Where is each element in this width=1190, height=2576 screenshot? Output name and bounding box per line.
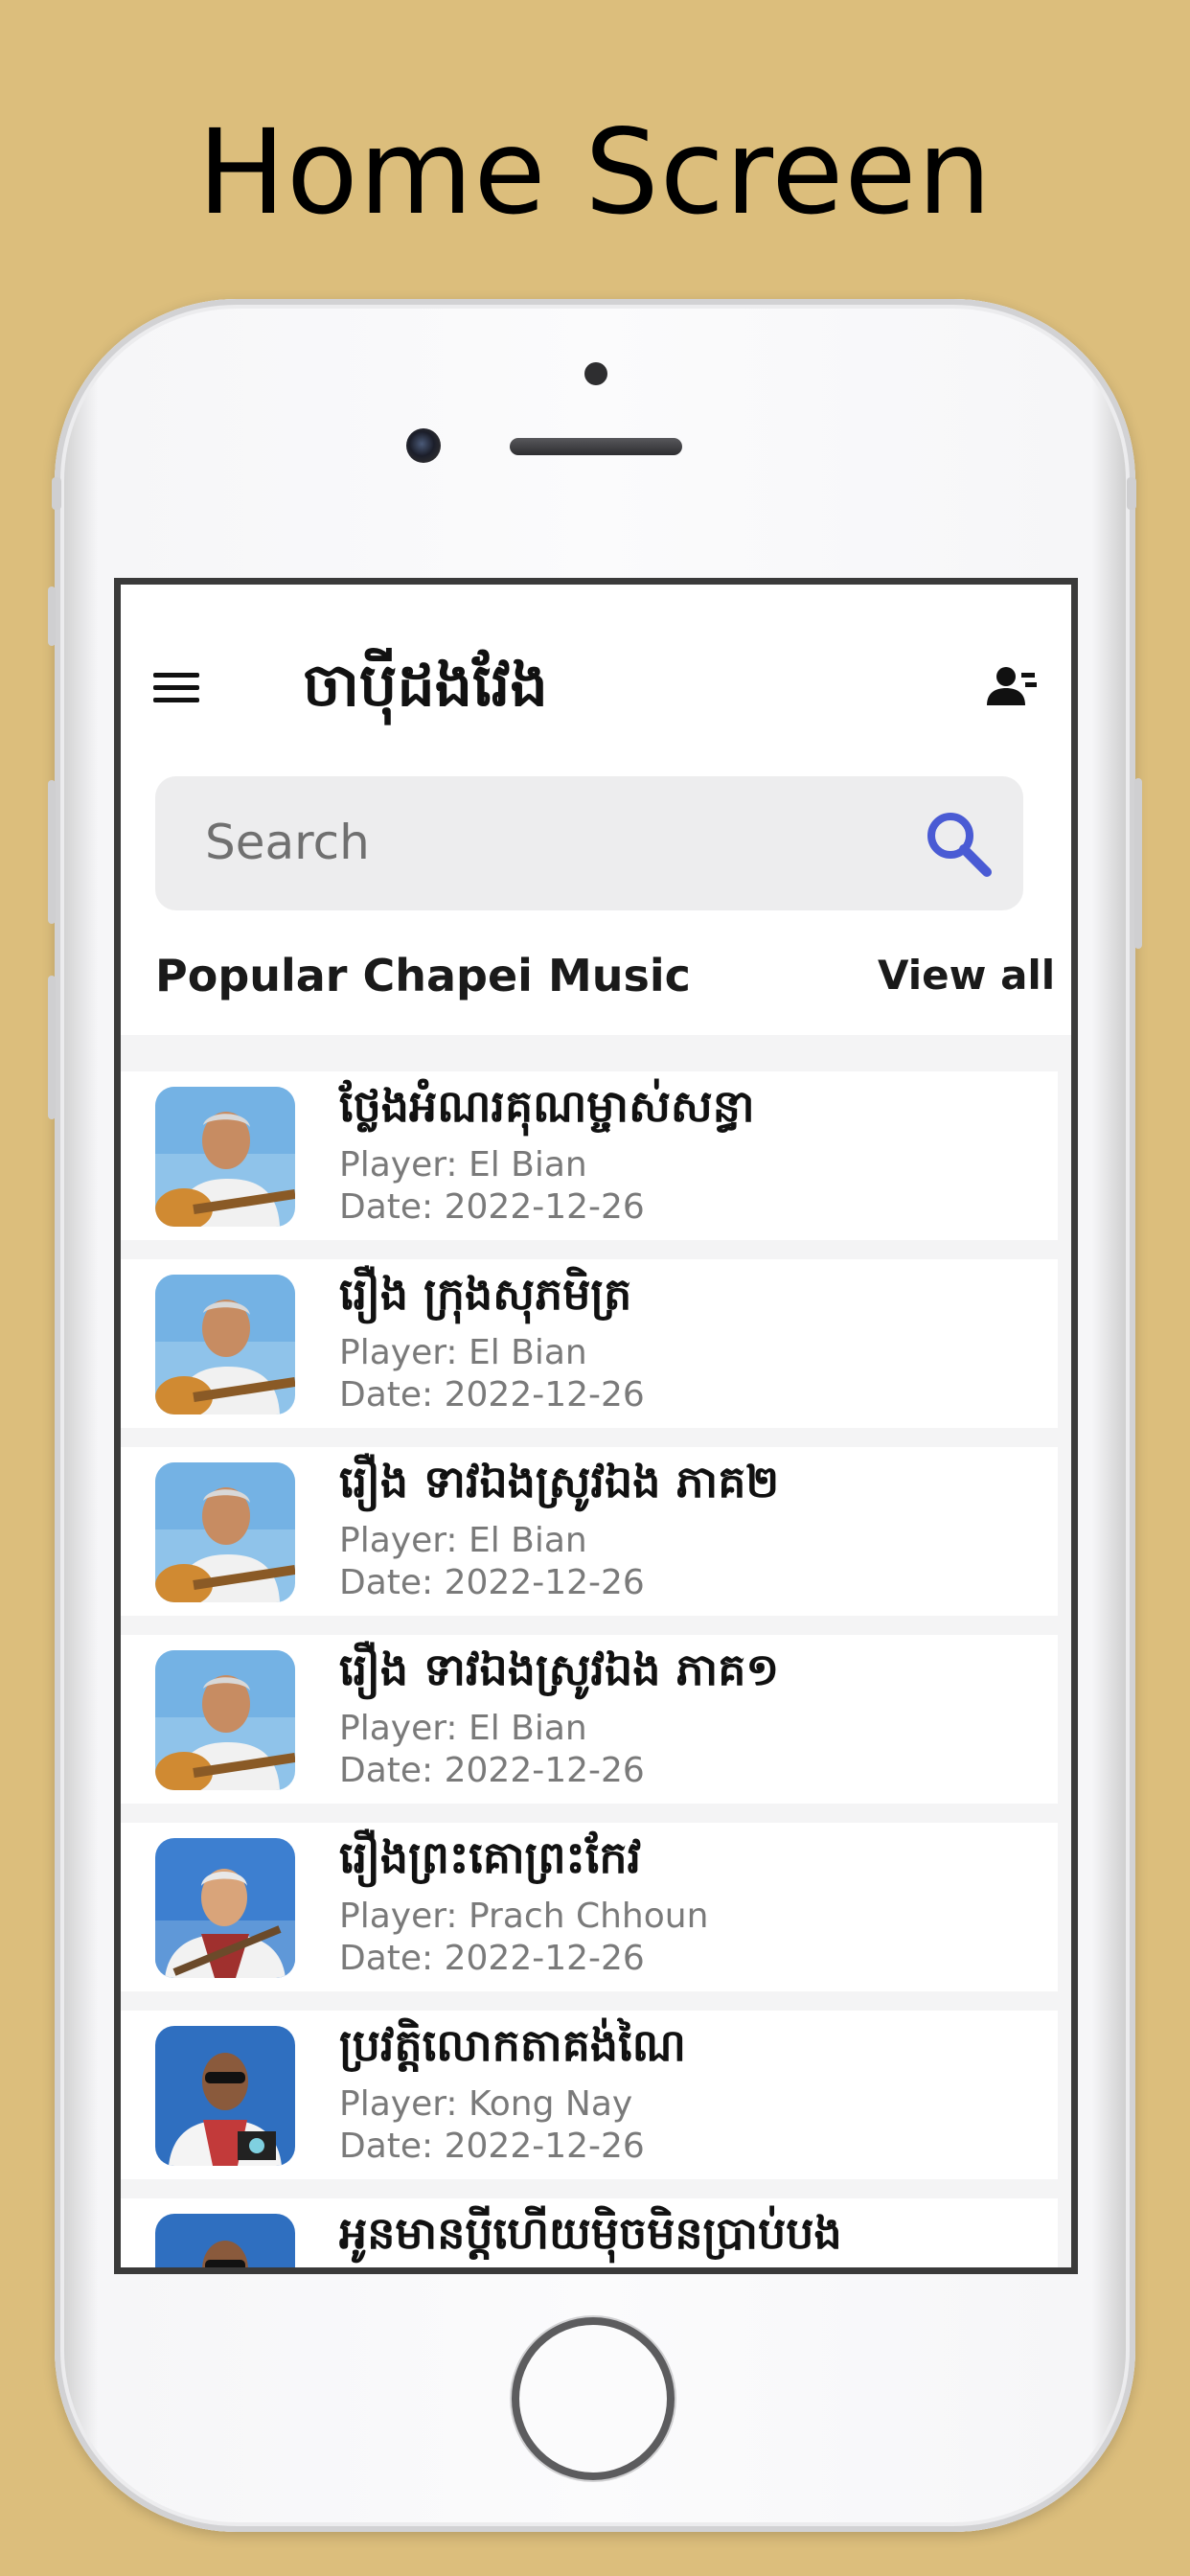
app-header: ចាប៉ីដងវែង Search Popular Chapei Music V…	[121, 585, 1071, 1035]
song-list-item[interactable]: រឿង ទាវឯងស្រូវឯង ភាគ១ Player: El Bian Date…	[121, 1635, 1058, 1804]
hamburger-menu-icon[interactable]	[153, 669, 201, 705]
song-list-item[interactable]: រឿងព្រះគោព្រះកែវ Player: Prach Chhoun Date…	[121, 1823, 1058, 1991]
song-list-item[interactable]: រឿង ក្រុងសុភមិត្រ Player: El Bian Date: 20…	[121, 1259, 1058, 1428]
volume-down-button	[48, 976, 56, 1119]
song-title: រឿង ទាវឯងស្រូវឯង ភាគ២	[339, 1456, 780, 1507]
artist-photo	[155, 1650, 295, 1790]
song-player: Player: El Bian	[339, 1333, 587, 1372]
top-edge-left	[52, 477, 61, 510]
song-title: រឿង ក្រុងសុភមិត្រ	[339, 1268, 632, 1320]
song-date: Date: 2022-12-26	[339, 1375, 645, 1414]
proximity-sensor	[584, 362, 607, 385]
song-player: Player: Kong Nay	[339, 2084, 633, 2124]
artist-photo	[155, 1462, 295, 1602]
mute-switch	[48, 586, 56, 646]
artist-photo	[155, 1275, 295, 1414]
song-player: Player: El Bian	[339, 1145, 587, 1184]
artist-photo	[155, 1087, 295, 1227]
earpiece-speaker	[510, 438, 682, 455]
song-date: Date: 2022-12-26	[339, 1751, 645, 1790]
song-title: រឿង ទាវឯងស្រូវឯង ភាគ១	[339, 1644, 780, 1695]
artist-photo	[155, 2214, 295, 2267]
song-player: Player: Prach Chhoun	[339, 1897, 709, 1936]
section-title: Popular Chapei Music	[155, 950, 691, 1001]
song-date: Date: 2022-12-26	[339, 1563, 645, 1602]
song-title: ប្រវត្តិលោកតាគង់ណៃ	[339, 2019, 686, 2071]
song-date: Date: 2022-12-26	[339, 1939, 645, 1978]
song-date: Date: 2022-12-26	[339, 1187, 645, 1227]
song-list-item[interactable]: អូនមានប្ដីហើយម៉ិចមិនប្រាប់បង	[121, 2198, 1058, 2267]
song-list-item[interactable]: ប្រវត្តិលោកតាគង់ណៃ Player: Kong Nay Date: …	[121, 2011, 1058, 2179]
song-list-item[interactable]: ថ្លែងអំណរគុណម្ចាស់សន្ធា Player: El Bian Da…	[121, 1071, 1058, 1240]
app-screen: ចាប៉ីដងវែង Search Popular Chapei Music V…	[114, 578, 1078, 2274]
page-caption: Home Screen	[197, 104, 993, 241]
app-title: ចាប៉ីដងវែង	[303, 650, 548, 720]
power-button	[1134, 778, 1142, 949]
song-title: រឿងព្រះគោព្រះកែវ	[339, 1831, 642, 1883]
song-date: Date: 2022-12-26	[339, 2127, 645, 2166]
view-all-link[interactable]: View all	[878, 947, 1055, 1004]
artist-photo	[155, 1838, 295, 1978]
search-input[interactable]: Search	[155, 776, 1023, 910]
song-list-item[interactable]: រឿង ទាវឯងស្រូវឯង ភាគ២ Player: El Bian Date…	[121, 1447, 1058, 1616]
song-title: អូនមានប្ដីហើយម៉ិចមិនប្រាប់បង	[339, 2207, 842, 2259]
song-player: Player: El Bian	[339, 1521, 587, 1560]
home-button[interactable]	[512, 2317, 675, 2480]
artist-photo	[155, 2026, 295, 2166]
top-edge-right	[1127, 477, 1136, 510]
user-account-icon[interactable]	[985, 663, 1039, 709]
search-icon[interactable]	[920, 805, 996, 882]
song-title: ថ្លែងអំណរគុណម្ចាស់សន្ធា	[339, 1080, 755, 1132]
search-placeholder: Search	[205, 815, 370, 870]
volume-up-button	[48, 780, 56, 924]
song-player: Player: El Bian	[339, 1709, 587, 1748]
front-camera	[406, 428, 441, 463]
